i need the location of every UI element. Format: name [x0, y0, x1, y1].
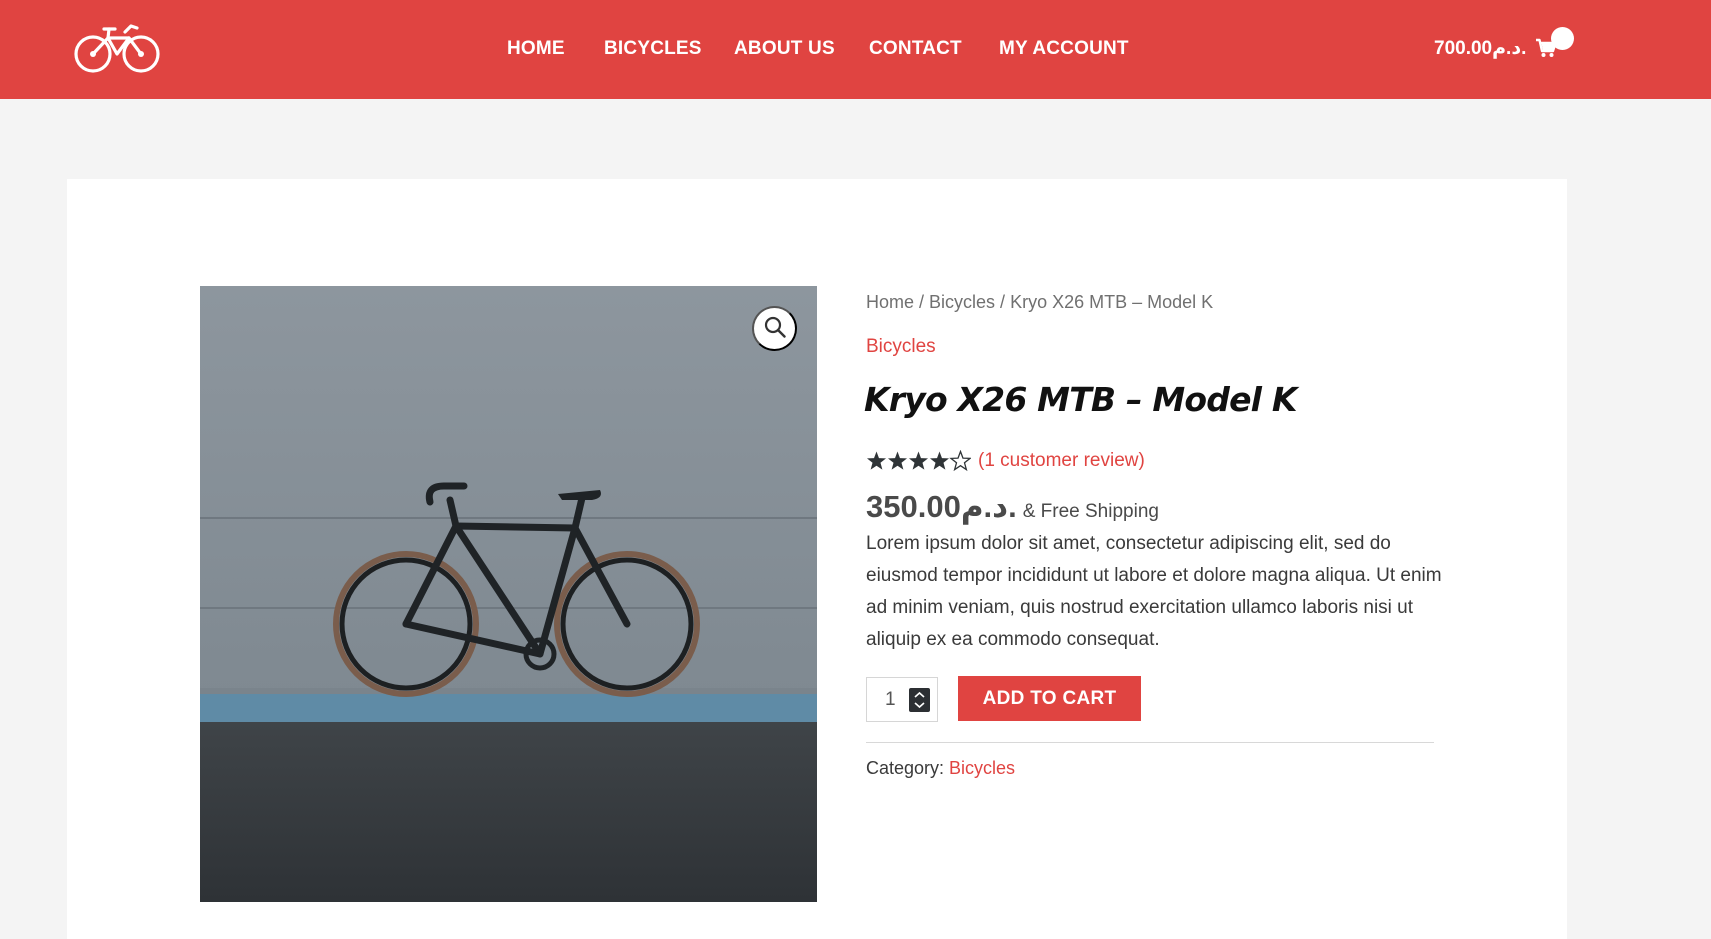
star-icon: [908, 451, 929, 470]
breadcrumb-current: Kryo X26 MTB – Model K: [1010, 292, 1214, 312]
quantity-stepper[interactable]: 1: [866, 677, 938, 722]
shipping-note: & Free Shipping: [1022, 501, 1159, 522]
star-icon: [949, 449, 972, 472]
product-price: 350.00د.م.: [866, 489, 1017, 524]
product-image[interactable]: [200, 286, 817, 902]
nav-my-account[interactable]: MY ACCOUNT: [999, 36, 1129, 62]
divider: [866, 742, 1434, 743]
quantity-spinner-icon[interactable]: [909, 688, 930, 712]
cart-count-badge[interactable]: [1551, 27, 1574, 50]
review-count-link[interactable]: (1 customer review): [978, 449, 1145, 473]
nav-bicycles[interactable]: BICYCLES: [604, 36, 702, 62]
star-icon: [866, 451, 887, 470]
breadcrumb-separator: /: [995, 292, 1011, 312]
nav-about-us[interactable]: ABOUT US: [734, 36, 835, 62]
cart-total[interactable]: 700.00د.م.: [1434, 36, 1526, 62]
zoom-button[interactable]: [752, 306, 797, 351]
price-row: 350.00د.م. & Free Shipping: [866, 488, 1159, 526]
bicycle-logo-icon[interactable]: [71, 20, 163, 76]
breadcrumb-separator: /: [914, 292, 930, 312]
product-rating: (1 customer review): [866, 449, 1145, 473]
breadcrumb-home[interactable]: Home: [866, 292, 914, 312]
magnifier-icon: [764, 316, 786, 341]
nav-home[interactable]: HOME: [507, 36, 565, 62]
quantity-value[interactable]: 1: [885, 687, 896, 713]
product-meta: Category: Bicycles: [866, 756, 1015, 780]
meta-category-label: Category:: [866, 758, 950, 778]
site-header: HOME BICYCLES ABOUT US CONTACT MY ACCOUN…: [0, 0, 1711, 99]
breadcrumb: Home / Bicycles / Kryo X26 MTB – Model K: [866, 290, 1213, 314]
star-icon: [887, 451, 908, 470]
nav-contact[interactable]: CONTACT: [869, 36, 962, 62]
product-description: Lorem ipsum dolor sit amet, consectetur …: [866, 533, 1442, 650]
star-icon: [929, 451, 950, 470]
add-to-cart-button[interactable]: ADD TO CART: [958, 676, 1141, 721]
product-title: Kryo X26 MTB – Model K: [864, 380, 1297, 419]
product-category-link[interactable]: Bicycles: [866, 334, 936, 360]
breadcrumb-bicycles[interactable]: Bicycles: [929, 292, 995, 312]
meta-category-link[interactable]: Bicycles: [949, 758, 1015, 778]
star-rating-icon: [866, 449, 972, 472]
